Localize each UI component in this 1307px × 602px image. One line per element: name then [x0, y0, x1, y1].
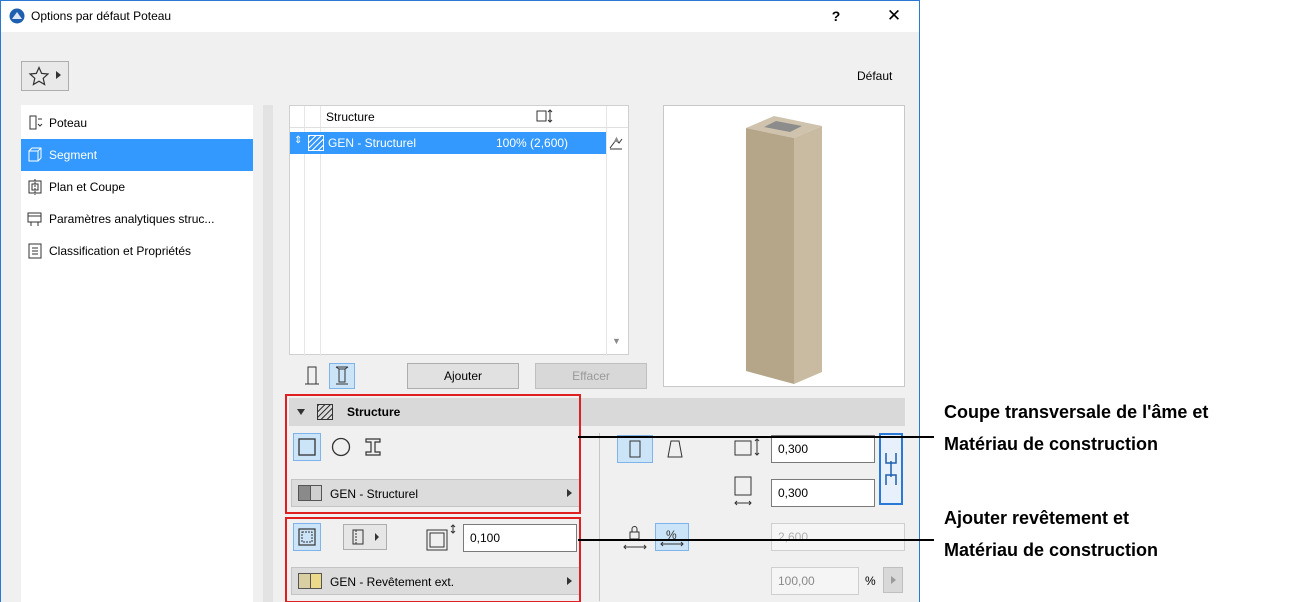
scroll-up-icon[interactable]: ▲ — [612, 134, 621, 144]
nav-item-label: Plan et Coupe — [49, 180, 126, 194]
default-label: Défaut — [857, 69, 893, 83]
depth-icon — [734, 476, 752, 506]
tapered-profile-button[interactable] — [657, 435, 693, 463]
profiled-column-icon — [335, 366, 349, 385]
callout-text-line: Ajouter revêtement et — [944, 508, 1130, 528]
percent-options-button[interactable] — [883, 567, 903, 593]
callout-line — [578, 436, 934, 438]
dropdown-arrow-icon — [56, 71, 61, 79]
height-icon — [536, 109, 553, 123]
callout-text-line: Matériau de construction — [944, 540, 1159, 560]
preview-pane — [663, 105, 905, 387]
nav-item-label: Paramètres analytiques struc... — [49, 212, 215, 226]
delete-segment-button[interactable]: Effacer — [535, 363, 647, 389]
width-icon — [734, 438, 760, 456]
segment-icon — [28, 147, 42, 162]
highlight-box-structure — [285, 394, 581, 514]
segment-height: 100% (2,600) — [496, 136, 569, 150]
straight-profile-button[interactable] — [617, 435, 653, 463]
nav-item-poteau[interactable]: Poteau — [21, 107, 253, 139]
favorites-button[interactable] — [21, 61, 69, 91]
nav-item-classification[interactable]: Classification et Propriétés — [21, 235, 253, 267]
segment-row[interactable]: ⇕ GEN - Structurel 100% (2,600) — [290, 132, 606, 154]
straight-column-icon — [305, 366, 319, 385]
nav-item-label: Classification et Propriétés — [49, 244, 192, 258]
callout-line — [578, 539, 934, 541]
chain-link-icon — [885, 453, 897, 485]
straight-profile-icon — [629, 440, 641, 458]
tapered-profile-icon — [667, 440, 683, 458]
scroll-down-icon[interactable]: ▼ — [612, 336, 621, 346]
nav-item-analytical[interactable]: Paramètres analytiques struc... — [21, 203, 253, 235]
title-bar: Options par défaut Poteau ? ✕ — [1, 1, 919, 32]
column-header-structure: Structure — [326, 110, 375, 124]
depth-input[interactable]: 0,300 — [771, 479, 875, 507]
settings-nav-panel: Poteau Segment Plan et Coupe Paramètres … — [21, 105, 253, 602]
plan-section-icon — [28, 179, 42, 195]
percent-icon: % — [660, 528, 684, 547]
link-dimensions-button[interactable] — [879, 433, 903, 505]
splitter-bar[interactable] — [263, 105, 273, 602]
dropdown-arrow-icon — [891, 576, 896, 584]
straight-column-button[interactable] — [299, 363, 325, 389]
lock-length-icon — [623, 526, 647, 550]
vertical-separator — [599, 433, 600, 601]
nav-item-label: Poteau — [49, 116, 88, 130]
star-icon — [28, 66, 50, 86]
properties-icon — [28, 243, 42, 259]
column-divider — [606, 106, 607, 356]
reorder-handle-icon[interactable]: ⇕ — [294, 135, 302, 146]
width-input[interactable]: 0,300 — [771, 435, 875, 463]
tapered-column-button[interactable] — [329, 363, 355, 389]
percent-unit-label: % — [865, 574, 876, 588]
segments-list-header: Structure — [290, 106, 628, 128]
nav-item-plan-coupe[interactable]: Plan et Coupe — [21, 171, 253, 203]
archicad-logo-icon — [9, 8, 25, 24]
segments-list: Structure ⇕ GEN - Structurel 100% (2,600… — [289, 105, 629, 356]
callout-text-line: Matériau de construction — [944, 434, 1159, 454]
help-button[interactable]: ? — [823, 5, 849, 27]
nav-item-label: Segment — [49, 148, 98, 162]
hatch-icon — [308, 135, 324, 151]
nav-item-segment[interactable]: Segment — [21, 139, 253, 171]
highlight-box-veneer — [285, 517, 581, 602]
dialog-window: Options par défaut Poteau ? ✕ Défaut Pot… — [0, 0, 920, 602]
percent-mode-button[interactable]: % — [655, 523, 689, 551]
add-segment-button[interactable]: Ajouter — [407, 363, 519, 389]
column-preview-image — [746, 116, 822, 384]
window-title: Options par défaut Poteau — [31, 9, 172, 23]
column-icon — [29, 115, 43, 130]
segment-percent-input[interactable]: 100,00 — [771, 567, 859, 595]
callout-text-line: Coupe transversale de l'âme et — [944, 402, 1209, 422]
segment-name: GEN - Structurel — [328, 136, 417, 150]
analytical-icon — [27, 212, 42, 226]
close-button[interactable]: ✕ — [877, 5, 911, 27]
segment-length-input[interactable]: 2,600 — [771, 523, 905, 551]
